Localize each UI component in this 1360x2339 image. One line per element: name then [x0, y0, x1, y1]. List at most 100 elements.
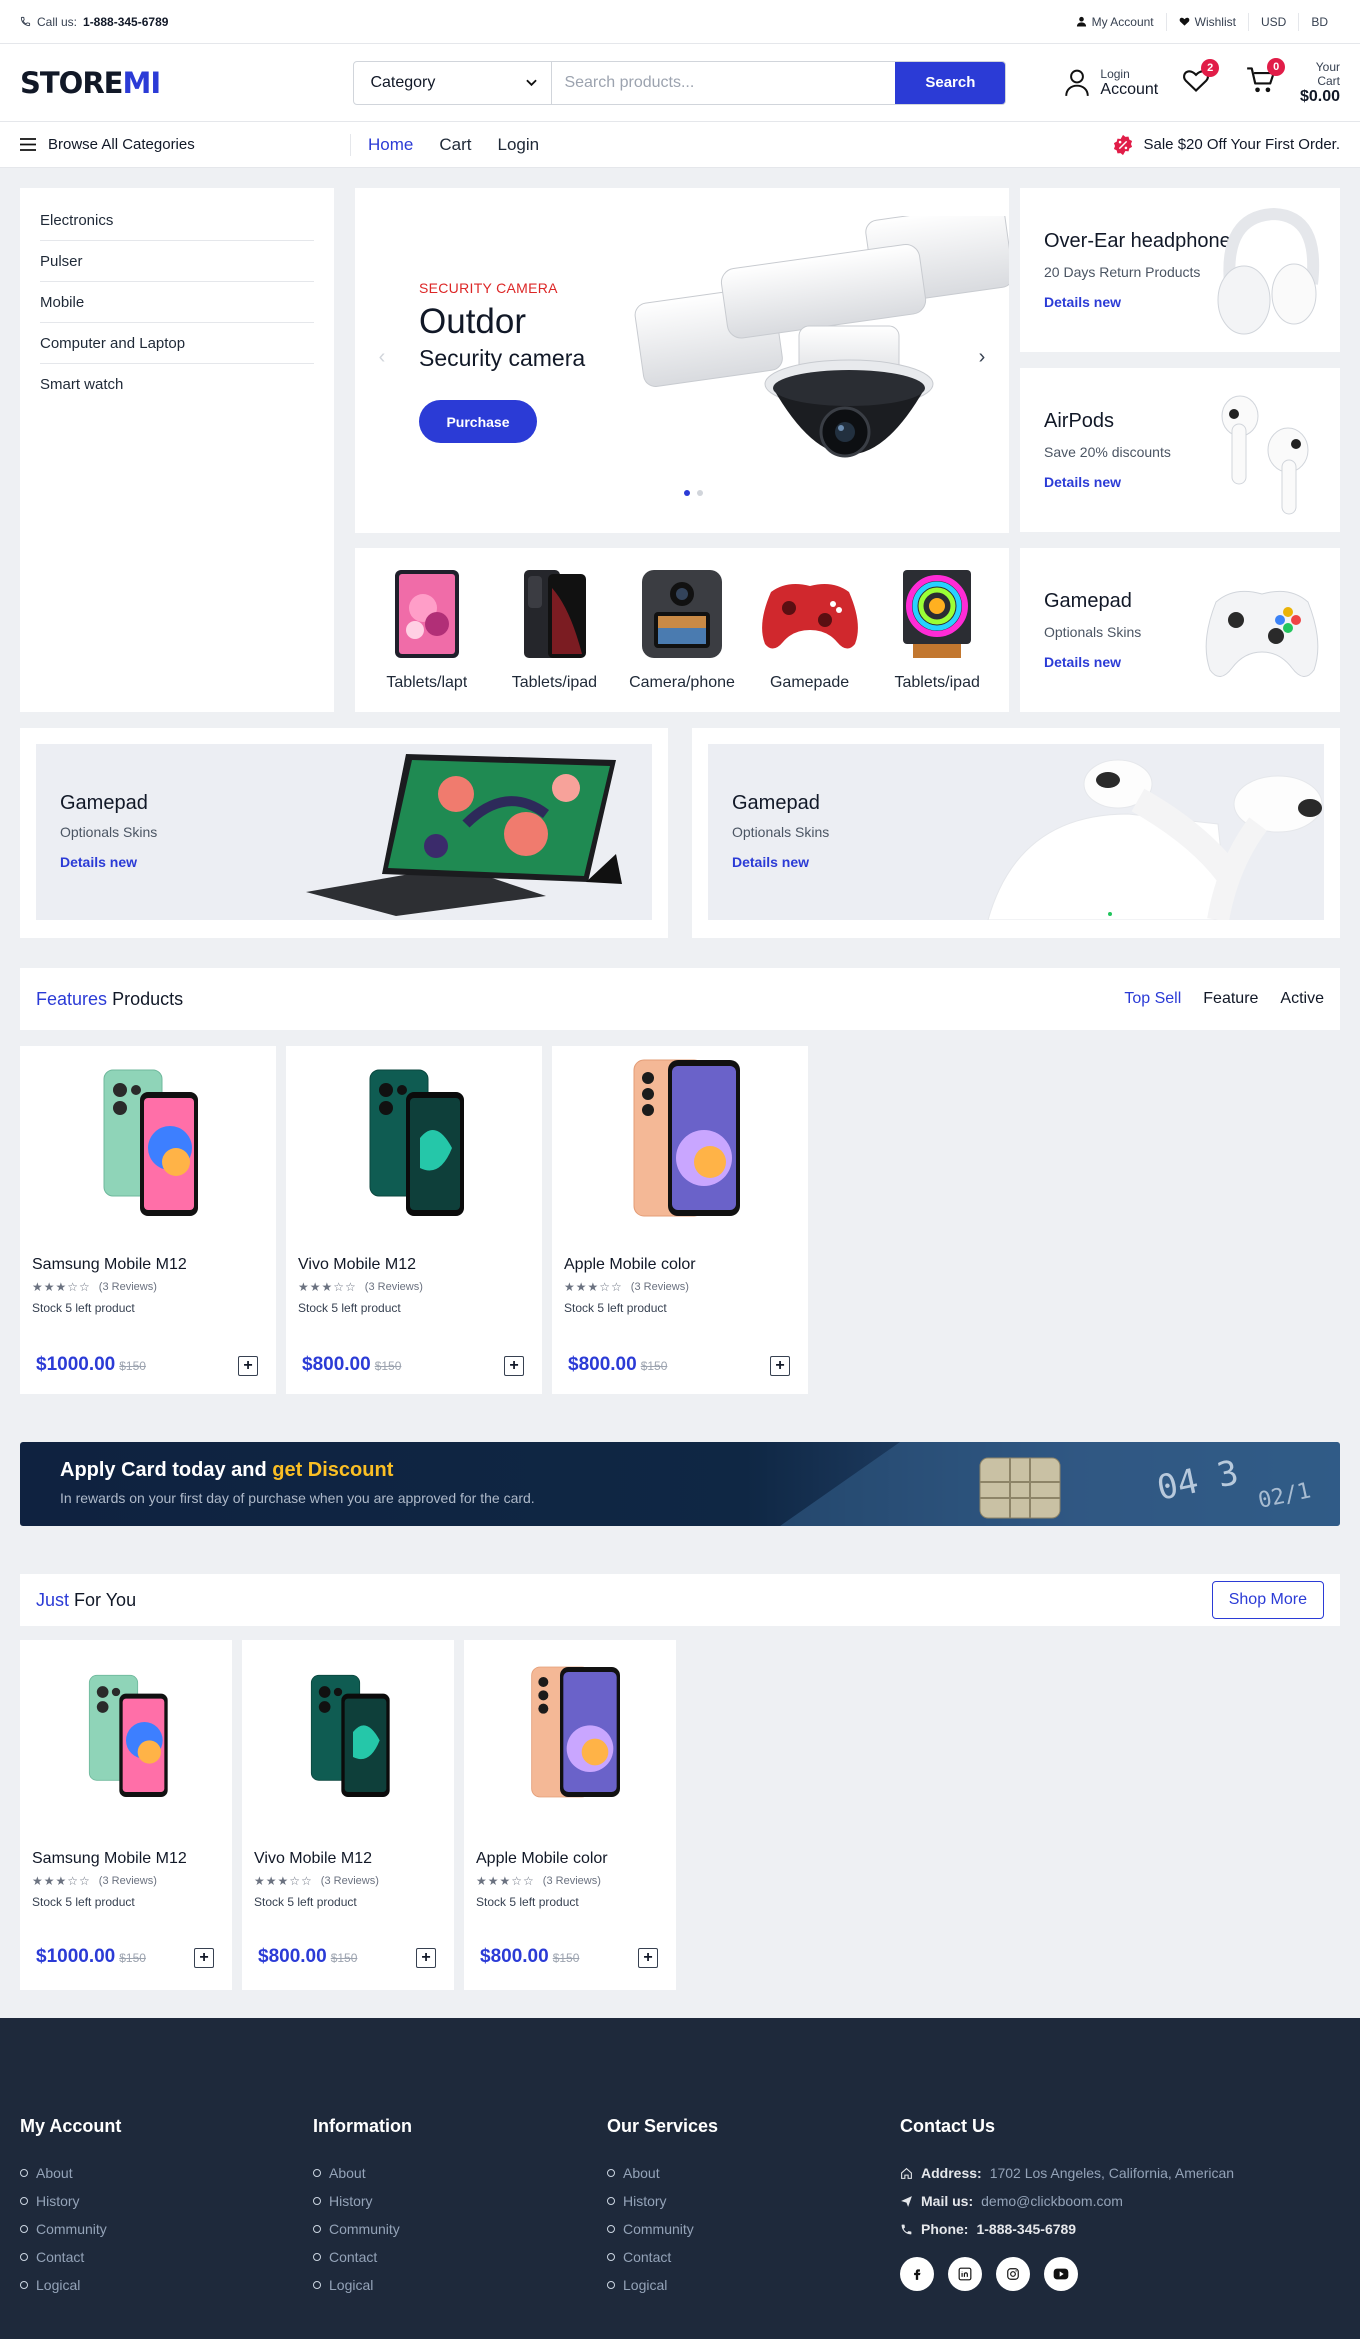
product-card[interactable]: Vivo Mobile M12 ★★★☆☆ (3 Reviews) Stock 5…: [286, 1046, 542, 1394]
facebook-icon[interactable]: [900, 2257, 934, 2291]
nav-login[interactable]: Login: [497, 135, 539, 155]
category-item-smartwatch[interactable]: Smart watch: [40, 364, 314, 404]
heart-icon: [1179, 17, 1189, 26]
phone-value[interactable]: 1-888-345-6789: [976, 2221, 1076, 2237]
add-to-cart-button[interactable]: +: [238, 1356, 258, 1376]
nav-home[interactable]: Home: [368, 135, 413, 155]
footer-link[interactable]: About: [20, 2159, 121, 2187]
footer-link[interactable]: About: [313, 2159, 412, 2187]
footer-link[interactable]: Contact: [313, 2243, 412, 2271]
cart-button[interactable]: 0 Your Cart $0.00: [1246, 58, 1340, 106]
my-account-link[interactable]: My Account: [1064, 13, 1166, 31]
footer-link[interactable]: Contact: [20, 2243, 121, 2271]
slider-dot-2[interactable]: [697, 490, 703, 496]
nav-cart[interactable]: Cart: [439, 135, 471, 155]
tab-top-sell[interactable]: Top Sell: [1124, 990, 1181, 1008]
footer-link[interactable]: Community: [607, 2215, 718, 2243]
footer-link[interactable]: Community: [313, 2215, 412, 2243]
product-card[interactable]: Apple Mobile color ★★★☆☆ (3 Reviews) Stoc…: [552, 1046, 808, 1394]
add-to-cart-button[interactable]: +: [504, 1356, 524, 1376]
promo-card-subtitle: 20 Days Return Products: [1044, 264, 1201, 280]
account-button[interactable]: Login Account: [1064, 67, 1158, 99]
category-strip: Tablets/lapt Tablets/ipad Camera/phone G…: [355, 548, 1009, 712]
promo-card-link[interactable]: Details new: [1044, 654, 1121, 670]
category-select[interactable]: Category: [354, 61, 553, 104]
product-card[interactable]: Apple Mobile color ★★★☆☆ (3 Reviews) Stoc…: [464, 1640, 676, 1990]
product-card[interactable]: Samsung Mobile M12 ★★★☆☆ (3 Reviews) Stoc…: [20, 1046, 276, 1394]
category-item-electronics[interactable]: Electronics: [40, 200, 314, 241]
category-item-mobile[interactable]: Mobile: [40, 282, 314, 323]
youtube-icon[interactable]: [1044, 2257, 1078, 2291]
add-to-cart-button[interactable]: +: [770, 1356, 790, 1376]
search-input[interactable]: [552, 61, 896, 104]
add-to-cart-button[interactable]: +: [416, 1948, 436, 1968]
promo-card-gamepad[interactable]: Gamepad Optionals Skins Details new: [1020, 548, 1340, 712]
wishlist-button[interactable]: 2: [1182, 59, 1220, 98]
add-to-cart-button[interactable]: +: [194, 1948, 214, 1968]
action-camera-icon: [641, 570, 722, 658]
product-name[interactable]: Samsung Mobile M12: [32, 1256, 187, 1274]
product-name[interactable]: Samsung Mobile M12: [32, 1850, 187, 1868]
discount-badge-icon: [1113, 134, 1132, 155]
linkedin-icon[interactable]: [948, 2257, 982, 2291]
wishlist-link[interactable]: Wishlist: [1165, 12, 1248, 31]
slider-prev-button[interactable]: ‹: [363, 338, 401, 376]
banner-link[interactable]: Details new: [60, 854, 137, 870]
mail-value[interactable]: demo@clickboom.com: [981, 2193, 1123, 2209]
language-select[interactable]: BD: [1298, 12, 1340, 31]
promo-card-link[interactable]: Details new: [1044, 294, 1121, 310]
footer-col-contact: Contact Us Address: 1702 Los Angeles, Cal…: [900, 2116, 1234, 2291]
promo-banner-airpods[interactable]: Gamepad Optionals Skins Details new: [692, 728, 1340, 938]
category-item-computer[interactable]: Computer and Laptop: [40, 323, 314, 364]
footer-link[interactable]: Logical: [313, 2271, 412, 2299]
product-card[interactable]: Samsung Mobile M12 ★★★☆☆ (3 Reviews) Stoc…: [20, 1640, 232, 1990]
product-name[interactable]: Apple Mobile color: [476, 1850, 608, 1868]
browse-all-categories[interactable]: Browse All Categories: [20, 136, 350, 153]
purchase-button[interactable]: Purchase: [419, 400, 537, 443]
category-tile[interactable]: Tablets/lapt: [367, 568, 487, 692]
footer-link[interactable]: Logical: [20, 2271, 121, 2299]
tablet-keyboard-image: [306, 754, 622, 916]
promo-card-airpods[interactable]: AirPods Save 20% discounts Details new: [1020, 368, 1340, 532]
chevron-right-icon: ›: [978, 345, 986, 368]
add-to-cart-button[interactable]: +: [638, 1948, 658, 1968]
product-name[interactable]: Vivo Mobile M12: [298, 1256, 416, 1274]
review-count: (3 Reviews): [320, 1875, 379, 1887]
product-old-price: $150: [640, 1359, 668, 1373]
footer-link[interactable]: Logical: [607, 2271, 718, 2299]
send-icon: [901, 2195, 912, 2207]
instagram-icon[interactable]: [996, 2257, 1030, 2291]
currency-select[interactable]: USD: [1247, 12, 1298, 31]
category-tile[interactable]: Gamepade: [750, 568, 870, 692]
banner-link[interactable]: Details new: [732, 854, 809, 870]
product-card[interactable]: Vivo Mobile M12 ★★★☆☆ (3 Reviews) Stock 5…: [242, 1640, 454, 1990]
category-tile[interactable]: Camera/phone: [622, 568, 742, 692]
apply-card-banner[interactable]: 04 3 02/1 Apply Card today and get Disco…: [20, 1442, 1340, 1526]
promo-banner-tablet[interactable]: Gamepad Optionals Skins Details new: [20, 728, 668, 938]
promo-card-headphone[interactable]: Over-Ear headphone 20 Days Return Produc…: [1020, 188, 1340, 352]
footer-link[interactable]: Community: [20, 2215, 121, 2243]
category-tile[interactable]: Tablets/ipad: [877, 568, 997, 692]
stock-text: Stock 5 left product: [254, 1895, 357, 1909]
product-price: $1000.00: [36, 1354, 116, 1375]
category-item-pulser[interactable]: Pulser: [40, 241, 314, 282]
tab-active[interactable]: Active: [1280, 990, 1324, 1008]
slider-next-button[interactable]: ›: [963, 338, 1001, 376]
logo[interactable]: STOREMI: [20, 66, 353, 100]
category-tile[interactable]: Tablets/ipad: [494, 568, 614, 692]
footer-link[interactable]: Contact: [607, 2243, 718, 2271]
product-name[interactable]: Apple Mobile color: [564, 1256, 696, 1274]
promo-card-link[interactable]: Details new: [1044, 474, 1121, 490]
search-button[interactable]: Search: [895, 61, 1006, 104]
footer-link[interactable]: History: [20, 2187, 121, 2215]
slider-dot-1[interactable]: [684, 490, 690, 496]
tab-feature[interactable]: Feature: [1203, 990, 1258, 1008]
hero-section: Electronics Pulser Mobile Computer and L…: [0, 168, 1360, 728]
product-price: $800.00: [480, 1946, 549, 1967]
footer-link[interactable]: History: [313, 2187, 412, 2215]
footer-link[interactable]: History: [607, 2187, 718, 2215]
call-phone[interactable]: 1-888-345-6789: [83, 15, 168, 29]
product-name[interactable]: Vivo Mobile M12: [254, 1850, 372, 1868]
shop-more-button[interactable]: Shop More: [1211, 1581, 1324, 1619]
footer-link[interactable]: About: [607, 2159, 718, 2187]
